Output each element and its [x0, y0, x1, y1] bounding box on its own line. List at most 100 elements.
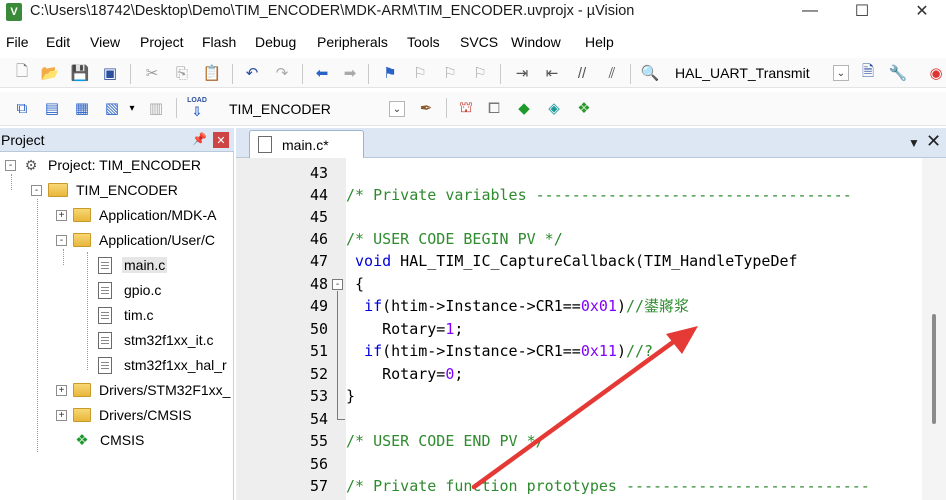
tree-item-component-cmsis[interactable]: ❖ CMSIS [74, 429, 146, 451]
translate-icon[interactable]: ⧉ [12, 98, 32, 118]
undo-icon[interactable]: ↶ [242, 63, 262, 83]
tree-item-group-user[interactable]: - Application/User/C [56, 229, 217, 251]
menu-edit[interactable]: Edit [46, 34, 70, 50]
prev-bookmark-icon[interactable]: ⚐ [410, 63, 430, 83]
tree-item-project-root[interactable]: - ⚙ Project: TIM_ENCODER [5, 154, 203, 176]
clear-bookmarks-icon[interactable]: ⚐ [470, 63, 490, 83]
editor-vertical-scrollbar[interactable] [922, 158, 946, 500]
software-packs-icon[interactable]: ❖ [574, 98, 594, 118]
menu-project[interactable]: Project [140, 34, 184, 50]
manage-project-items-icon[interactable]: ⛫ [456, 98, 476, 118]
navigate-back-icon[interactable]: ⬅ [312, 63, 332, 83]
rebuild-icon[interactable]: ▦ [72, 98, 92, 118]
collapse-icon[interactable]: - [56, 234, 67, 246]
menu-peripherals[interactable]: Peripherals [317, 34, 388, 50]
c-file-icon [98, 356, 112, 374]
menu-file[interactable]: File [6, 34, 29, 50]
open-folder-icon[interactable]: 📂 [40, 63, 60, 83]
tree-item-file-it[interactable]: stm32f1xx_it.c [98, 329, 215, 351]
paste-icon[interactable]: 📋 [202, 63, 222, 83]
code-editor[interactable]: /* Private variables -------------------… [346, 158, 922, 500]
batch-build-icon[interactable]: ▧ [102, 98, 122, 118]
indent-icon[interactable]: ⇥ [512, 63, 532, 83]
target-options-icon[interactable]: ✒ [416, 98, 436, 118]
code-line[interactable]: /* USER CODE END PV */ [346, 430, 946, 452]
pack-installer-icon[interactable]: ◈ [544, 98, 564, 118]
close-window-button[interactable]: ✕ [902, 0, 942, 22]
tree-item-group-mdk[interactable]: + Application/MDK-A [56, 204, 219, 226]
menu-tools[interactable]: Tools [407, 34, 440, 50]
incremental-find-icon[interactable]: 🔧 [888, 63, 908, 83]
find-in-files-icon[interactable]: 🔍 [640, 63, 660, 83]
expand-icon[interactable]: + [56, 384, 67, 396]
code-line[interactable]: if(htim->Instance->CR1==0x11)//? [346, 340, 946, 362]
uncomment-icon[interactable]: ⫽ [602, 63, 622, 83]
expand-icon[interactable]: + [56, 409, 67, 421]
save-icon[interactable]: 💾 [70, 63, 90, 83]
minimize-button[interactable]: — [790, 0, 830, 22]
cut-icon[interactable]: ✂ [142, 63, 162, 83]
find-icon[interactable]: 🗎 [858, 63, 878, 83]
code-line[interactable] [346, 206, 946, 228]
select-packs-icon[interactable]: ⧠ [484, 98, 504, 118]
chevron-down-icon[interactable]: ⌄ [389, 101, 405, 117]
close-tab-icon[interactable]: ✕ [926, 131, 941, 152]
collapse-icon[interactable]: - [5, 159, 16, 171]
menu-svcs[interactable]: SVCS [460, 34, 498, 50]
code-line[interactable]: if(htim->Instance->CR1==0x01)//鍙嶈浆 [346, 295, 946, 317]
navigate-forward-icon[interactable]: ➡ [340, 63, 360, 83]
find-combo[interactable]: HAL_UART_Transmit ⌄ [668, 62, 852, 84]
tree-item-target[interactable]: - TIM_ENCODER [31, 179, 180, 201]
code-token: /* USER CODE END PV */ [346, 432, 545, 450]
next-bookmark-icon[interactable]: ⚐ [440, 63, 460, 83]
target-select[interactable]: TIM_ENCODER ⌄ [222, 98, 408, 120]
menu-window[interactable]: Window [511, 34, 561, 50]
code-line[interactable] [346, 453, 946, 475]
copy-icon[interactable]: ⎘ [172, 63, 192, 83]
load-download-icon[interactable]: LOAD ⇩ [186, 96, 208, 120]
debug-session-icon[interactable]: ◉ [926, 63, 946, 83]
collapse-icon[interactable]: - [31, 184, 42, 196]
code-line[interactable]: { [346, 273, 946, 295]
expand-icon[interactable]: + [56, 209, 67, 221]
pin-icon[interactable]: 📌 [192, 132, 207, 146]
menu-debug[interactable]: Debug [255, 34, 296, 50]
fold-collapse-icon[interactable]: - [332, 279, 343, 290]
code-line[interactable]: } [346, 385, 946, 407]
close-panel-icon[interactable]: ✕ [213, 132, 229, 148]
tree-item-label: stm32f1xx_hal_r [124, 357, 227, 373]
tree-item-file-hal[interactable]: stm32f1xx_hal_r [98, 354, 229, 376]
tree-item-file-gpio[interactable]: gpio.c [98, 279, 163, 301]
tree-item-file-main[interactable]: main.c [98, 254, 168, 276]
target-folder-icon [48, 183, 68, 197]
code-line[interactable]: /* Private function prototypes ---------… [346, 475, 946, 497]
unindent-icon[interactable]: ⇤ [542, 63, 562, 83]
tree-item-group-drivers-cmsis[interactable]: + Drivers/CMSIS [56, 404, 194, 426]
menu-flash[interactable]: Flash [202, 34, 236, 50]
chevron-down-icon[interactable]: ⌄ [833, 65, 849, 81]
code-line[interactable]: /* USER CODE BEGIN PV */ [346, 228, 946, 250]
code-line[interactable]: /* Private variables -------------------… [346, 184, 946, 206]
stop-build-icon[interactable]: ▥ [146, 98, 166, 118]
code-line[interactable]: Rotary=0; [346, 363, 946, 385]
batch-dropdown-icon[interactable]: ▾ [122, 98, 142, 118]
new-file-icon[interactable]: 🗋 [12, 63, 32, 83]
code-line[interactable]: void HAL_TIM_IC_CaptureCallback(TIM_Hand… [346, 250, 946, 272]
tree-item-file-tim[interactable]: tim.c [98, 304, 156, 326]
scrollbar-thumb[interactable] [932, 314, 936, 424]
code-line[interactable] [346, 408, 946, 430]
manage-rte-icon[interactable]: ◆ [514, 98, 534, 118]
menu-help[interactable]: Help [585, 34, 614, 50]
menu-view[interactable]: View [90, 34, 120, 50]
tab-main-c[interactable]: main.c* [249, 130, 364, 158]
code-line[interactable] [346, 162, 946, 184]
maximize-button[interactable]: ☐ [842, 0, 882, 22]
tree-item-group-drivers-stm32[interactable]: + Drivers/STM32F1xx_ [56, 379, 232, 401]
code-line[interactable]: Rotary=1; [346, 318, 946, 340]
redo-icon[interactable]: ↷ [272, 63, 292, 83]
bookmark-icon[interactable]: ⚑ [380, 63, 400, 83]
tab-list-dropdown-icon[interactable]: ▼ [908, 136, 920, 150]
build-icon[interactable]: ▤ [42, 98, 62, 118]
save-all-icon[interactable]: ▣ [100, 63, 120, 83]
comment-icon[interactable]: // [572, 63, 592, 83]
